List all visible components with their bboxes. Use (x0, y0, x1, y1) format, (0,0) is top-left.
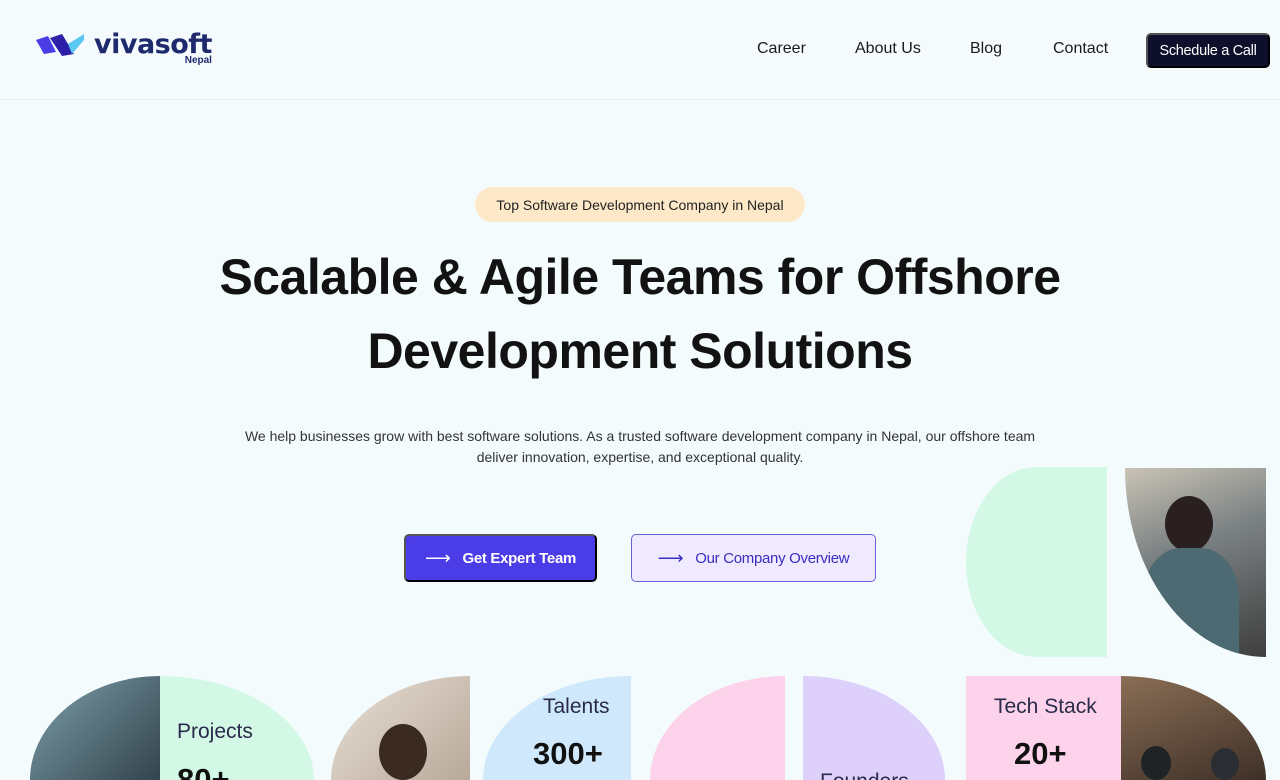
tech-stack-value: 20+ (1014, 736, 1067, 771)
arrow-right-icon: ⟶ (657, 547, 684, 568)
hero-description-line2: deliver innovation, expertise, and excep… (476, 449, 804, 465)
office-photo (1121, 676, 1266, 780)
talents-label: Talents (543, 695, 610, 718)
hero-badge: Top Software Development Company in Nepa… (475, 187, 805, 222)
schedule-call-button[interactable]: Schedule a Call (1146, 33, 1270, 68)
site-header: vivasoft Nepal Career About Us Blog Cont… (0, 0, 1280, 100)
brand-subtitle: Nepal (184, 55, 212, 66)
nav-about-us[interactable]: About Us (855, 40, 921, 58)
team-member-photo (1125, 468, 1266, 657)
talents-card: Talents 300+ (483, 676, 631, 780)
arrow-right-icon: ⟶ (424, 547, 451, 568)
get-expert-team-button[interactable]: ⟶ Get Expert Team (404, 534, 597, 582)
company-overview-label: Our Company Overview (695, 549, 850, 567)
hero-description-line1: We help businesses grow with best softwa… (244, 428, 1036, 444)
company-overview-button[interactable]: ⟶ Our Company Overview (631, 534, 876, 582)
founders-card: Founders (803, 676, 945, 780)
talents-photo (331, 676, 470, 780)
hero-title: Scalable & Agile Teams for Offshore Deve… (140, 240, 1140, 388)
get-expert-team-label: Get Expert Team (462, 549, 577, 567)
tech-stack-card: Tech Stack 20+ (966, 676, 1121, 780)
hero-title-line2: Development Solutions (367, 323, 913, 379)
hero-description: We help businesses grow with best softwa… (210, 426, 1070, 468)
projects-photo (0, 676, 160, 780)
projects-label: Projects (177, 720, 253, 743)
nav-career[interactable]: Career (757, 40, 806, 58)
person-head (379, 724, 427, 780)
hero-title-line1: Scalable & Agile Teams for Offshore (219, 249, 1061, 305)
person-body (1143, 548, 1239, 657)
nav-blog[interactable]: Blog (970, 40, 1002, 58)
talents-value: 300+ (533, 736, 603, 771)
logo[interactable]: vivasoft Nepal (34, 30, 212, 66)
decorative-pink-shape (650, 676, 785, 780)
nav-contact[interactable]: Contact (1053, 40, 1108, 58)
founders-label: Founders (820, 770, 909, 780)
decorative-leaf-mint (966, 467, 1107, 657)
person-head (1211, 748, 1239, 780)
person-head (1165, 496, 1213, 552)
projects-value: 80+ (177, 762, 230, 780)
projects-card: Projects 80+ (160, 676, 314, 780)
person-head (1141, 746, 1171, 780)
logo-mark-icon (36, 34, 84, 56)
tech-stack-label: Tech Stack (994, 695, 1097, 718)
